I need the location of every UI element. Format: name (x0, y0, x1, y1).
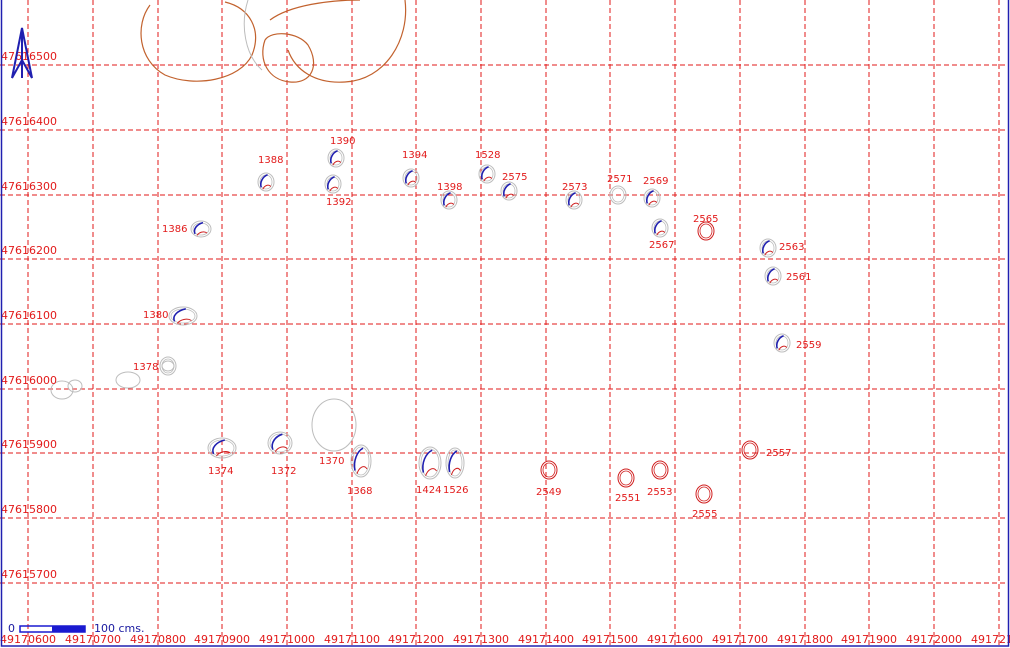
feature-label: 2569 (643, 176, 668, 187)
y-coordinate-label: 47615900 (1, 438, 57, 451)
y-coordinate-label: 47616200 (1, 244, 57, 257)
feature-label: 1380 (143, 310, 168, 321)
x-coordinate-label: 49170900 (194, 633, 250, 646)
feature-1526: 1526 (443, 447, 468, 496)
feature-label: 1368 (347, 486, 372, 497)
feature-1378: 1378 (133, 356, 177, 376)
scale-text-label: 100 cms. (94, 622, 144, 635)
x-coordinate-label: 49171700 (712, 633, 768, 646)
x-coordinate-label: 49171200 (388, 633, 444, 646)
feature-label: 1424 (416, 485, 441, 496)
gray-outline (67, 379, 83, 393)
feature-label: 1392 (326, 197, 351, 208)
feature-label: 1372 (271, 466, 296, 477)
feature-1370: 1370 (311, 398, 357, 467)
gray-outline (243, 0, 263, 71)
feature-inner-outline (697, 486, 711, 502)
feature-label: 2573 (562, 182, 587, 193)
feature-2551: 2551 (615, 468, 640, 504)
y-coordinate-label: 47616400 (1, 115, 57, 128)
feature-2565: 2565 (693, 214, 718, 241)
feature-2557: 2557 (741, 440, 791, 460)
gray-outline (161, 360, 175, 372)
feature-1424: 1424 (416, 446, 442, 496)
feature-inner-outline (653, 462, 667, 478)
feature-2561: 2561 (764, 266, 811, 286)
feature-1388: 1388 (257, 155, 283, 192)
feature-2571: 2571 (607, 174, 632, 205)
feature-2569: 2569 (643, 176, 668, 208)
feature-outline (311, 398, 357, 452)
feature-inner-outline (619, 470, 633, 486)
feature-label: 1378 (133, 362, 158, 373)
scale-bar-fill (52, 626, 85, 632)
y-coordinate-label: 47616100 (1, 309, 57, 322)
feature-label: 1390 (330, 136, 355, 147)
x-coordinate-label: 49171400 (518, 633, 574, 646)
map-frame (0, 0, 1010, 647)
feature-label: 2553 (647, 487, 672, 498)
y-coordinate-label: 47615700 (1, 568, 57, 581)
x-coordinate-label: 49171000 (259, 633, 315, 646)
feature-2575: 2575 (500, 172, 527, 201)
feature-1380: 1380 (143, 306, 198, 326)
y-coordinate-label: 47615800 (1, 503, 57, 516)
x-coordinate-label: 49171900 (841, 633, 897, 646)
feature-1528: 1528 (475, 150, 500, 184)
coordinate-grid (0, 0, 1008, 648)
x-coordinate-label: 49171500 (582, 633, 638, 646)
gray-outline (115, 371, 141, 389)
x-coordinate-label: 49172000 (906, 633, 962, 646)
brown-outline (269, 0, 407, 83)
x-coordinate-label: 49171600 (647, 633, 703, 646)
feature-label: 1528 (475, 150, 500, 161)
feature-label: 2557 (766, 448, 791, 459)
feature-label: 2549 (536, 487, 561, 498)
feature-label: 1394 (402, 150, 427, 161)
feature-2549: 2549 (536, 460, 561, 498)
x-coordinate-label: 49171800 (777, 633, 833, 646)
feature-label: 1374 (208, 466, 233, 477)
feature-2563: 2563 (759, 238, 804, 258)
feature-1386: 1386 (162, 220, 212, 238)
feature-1390: 1390 (327, 136, 355, 168)
feature-label: 2571 (607, 174, 632, 185)
feature-label: 1398 (437, 182, 462, 193)
feature-inner-outline (699, 223, 713, 239)
feature-label: 2561 (786, 272, 811, 283)
feature-2555: 2555 (692, 484, 717, 520)
feature-label: 2559 (796, 340, 821, 351)
feature-1392: 1392 (324, 174, 351, 208)
feature-edge-line (274, 446, 288, 453)
feature-label: 1370 (319, 456, 344, 467)
x-coordinate-label: 49171100 (324, 633, 380, 646)
feature-label: 1386 (162, 224, 187, 235)
feature-1372: 1372 (267, 431, 296, 477)
feature-inner-outline (743, 442, 757, 458)
feature-label: 2565 (693, 214, 718, 225)
x-coordinate-label: 49171300 (453, 633, 509, 646)
feature-2553: 2553 (647, 460, 672, 498)
y-coordinate-label: 47616000 (1, 374, 57, 387)
feature-shapes: 1390 1388 1392 1394 1398 15282575 2573 2571 2569… (133, 136, 821, 520)
feature-label: 2551 (615, 493, 640, 504)
feature-2559: 2559 (773, 333, 821, 353)
y-coordinate-label: 47616300 (1, 180, 57, 193)
brown-outline (262, 33, 315, 83)
feature-label: 2563 (779, 242, 804, 253)
feature-label: 1388 (258, 155, 283, 166)
excavation-plan-map: 1390 1388 1392 1394 1398 15282575 2573 2571 2569… (0, 0, 1010, 648)
feature-inner-outline (542, 462, 556, 478)
feature-2573: 2573 (562, 182, 587, 210)
feature-2567: 2567 (649, 218, 674, 251)
feature-label: 2555 (692, 509, 717, 520)
feature-label: 2575 (502, 172, 527, 183)
x-coordinate-label: 49172100 (971, 633, 1010, 646)
coordinate-labels: 49170600 49170700 49170800 49170900 49171000… (0, 50, 1010, 646)
feature-1394: 1394 (402, 150, 427, 188)
feature-label: 2567 (649, 240, 674, 251)
feature-label: 1526 (443, 485, 468, 496)
scale-zero-label: 0 (8, 622, 15, 635)
